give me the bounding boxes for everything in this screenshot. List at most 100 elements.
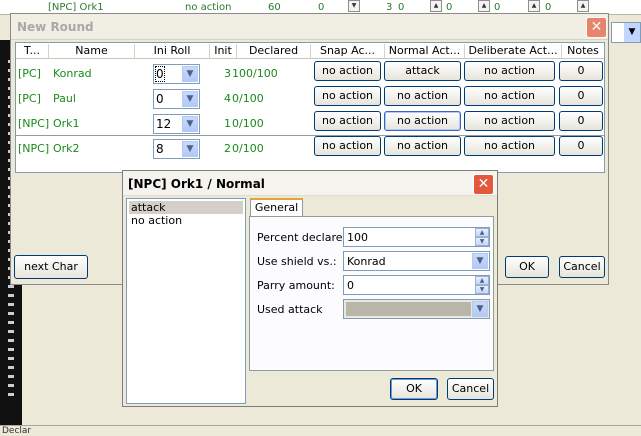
row-type: [NPC] [18,142,50,155]
row-init: 1 [224,117,231,130]
notes-button[interactable]: 0 [559,61,603,81]
ok-button[interactable]: OK [505,256,549,278]
normal-action-button[interactable]: no action [384,86,461,106]
table-row: [PC] Konrad 0 ▼ 3 100/100 no action atta… [16,61,604,86]
column-header-normal[interactable]: Normal Act... [385,44,465,58]
row-init: 2 [224,142,231,155]
row-init: 4 [224,92,231,105]
close-icon[interactable]: ✕ [473,174,494,195]
window-title: New Round [11,14,608,40]
parry-amount-field[interactable]: 0 ▲ ▼ [343,275,490,295]
arrow-up-icon[interactable]: ▲ [475,276,489,285]
percent-declared-field[interactable]: 100 ▲ ▼ [343,227,490,247]
column-header-ini-roll[interactable]: Ini Roll [135,44,210,58]
used-attack-select[interactable]: ▼ [343,299,490,319]
action-list: attack no action [126,198,246,404]
chevron-down-icon[interactable]: ▼ [472,253,488,269]
arrow-down-icon[interactable]: ▼ [475,237,489,246]
notes-button[interactable]: 0 [559,86,603,106]
snap-action-button[interactable]: no action [314,86,381,106]
use-shield-label: Use shield vs.: [257,255,337,268]
background-status: Declar [0,425,641,436]
chevron-down-icon[interactable]: ▼ [182,66,198,82]
row-declared: 0/100 [232,117,264,130]
combatant-table: T... Name Ini Roll Init Declared Snap Ac… [15,42,605,173]
row-name: Paul [53,92,76,105]
deliberate-action-button[interactable]: no action [464,61,555,81]
column-header-type[interactable]: T... [16,44,49,58]
snap-action-button[interactable]: no action [314,61,381,81]
bg-spin-up-icon[interactable]: ▲ [430,0,442,12]
chevron-down-icon[interactable]: ▼ [182,116,198,132]
ini-roll-value: 8 [156,142,164,156]
list-item[interactable]: attack [129,201,243,214]
general-panel: Percent declared: 100 ▲ ▼ Use shield vs.… [249,216,494,371]
arrow-up-icon[interactable]: ▲ [475,228,489,237]
row-type: [PC] [18,92,41,105]
spinner[interactable]: ▲ ▼ [475,228,489,246]
percent-declared-value: 100 [347,231,368,244]
column-header-init[interactable]: Init [210,44,237,58]
snap-action-button[interactable]: no action [314,111,381,131]
column-header-snap[interactable]: Snap Ac... [311,44,385,58]
row-name: Ork1 [53,117,80,130]
deliberate-action-button[interactable]: no action [464,111,555,131]
ini-roll-select[interactable]: 8 ▼ [153,139,200,159]
spinner[interactable]: ▲ ▼ [475,276,489,294]
use-shield-value: Konrad [347,255,386,268]
dialog-ok-button[interactable]: OK [390,378,438,400]
ini-roll-select[interactable]: 0 ▼ [153,89,200,109]
bg-spin-up-icon[interactable]: ▲ [577,0,589,12]
bg-dropdown-icon[interactable]: ▼ [348,0,360,12]
chevron-down-icon[interactable]: ▼ [472,301,488,317]
chevron-down-icon[interactable]: ▼ [182,91,198,107]
table-row: [NPC] Ork1 12 ▼ 1 0/100 no action no act… [16,111,604,136]
column-header-deliberate[interactable]: Deliberate Act... [465,44,562,58]
normal-action-button[interactable]: attack [384,61,461,81]
normal-action-button[interactable]: no action [384,111,461,131]
table-row: [PC] Paul 0 ▼ 4 0/100 no action no actio… [16,86,604,111]
chevron-down-icon[interactable]: ▼ [182,141,198,157]
arrow-down-icon[interactable]: ▼ [475,285,489,294]
cancel-button[interactable]: Cancel [559,256,605,278]
column-header-name[interactable]: Name [49,44,135,58]
row-name: Konrad [53,67,92,80]
column-header-declared[interactable]: Declared [237,44,311,58]
row-declared: 0/100 [232,142,264,155]
dialog-cancel-button[interactable]: Cancel [447,378,494,400]
notes-button[interactable]: 0 [559,136,603,156]
ini-roll-select[interactable]: 12 ▼ [153,114,200,134]
ini-roll-value: 12 [156,117,172,131]
ini-roll-value: 0 [156,92,164,106]
snap-action-button[interactable]: no action [314,136,381,156]
ini-roll-select[interactable]: 0 ▼ [153,64,200,84]
dialog-title: [NPC] Ork1 / Normal [123,171,497,196]
row-init: 3 [224,67,231,80]
used-attack-label: Used attack [257,303,323,316]
action-dialog: [NPC] Ork1 / Normal ✕ attack no action G… [122,170,498,407]
row-name: Ork2 [53,142,80,155]
notes-button[interactable]: 0 [559,111,603,131]
chevron-down-icon[interactable]: ▼ [624,23,640,42]
bg-spin-up-icon[interactable]: ▲ [528,0,540,12]
ini-roll-value: 0 [155,66,165,82]
used-attack-value [346,302,471,316]
close-icon[interactable]: ✕ [586,17,607,38]
row-declared: 0/100 [232,92,264,105]
percent-declared-label: Percent declared: [257,231,354,244]
background-combo[interactable]: ▼ [611,22,641,43]
use-shield-select[interactable]: Konrad ▼ [343,251,490,271]
table-header: T... Name Ini Roll Init Declared Snap Ac… [16,43,604,59]
parry-amount-label: Parry amount: [257,279,335,292]
table-row: [NPC] Ork2 8 ▼ 2 0/100 no action no acti… [16,135,604,160]
deliberate-action-button[interactable]: no action [464,136,555,156]
normal-action-button[interactable]: no action [384,136,461,156]
deliberate-action-button[interactable]: no action [464,86,555,106]
row-type: [NPC] [18,117,50,130]
list-item[interactable]: no action [129,214,243,227]
tab-general[interactable]: General [250,198,303,217]
column-header-notes[interactable]: Notes [562,44,604,58]
next-char-button[interactable]: next Char [14,255,88,279]
bg-spin-up-icon[interactable]: ▲ [478,0,490,12]
row-type: [PC] [18,67,41,80]
